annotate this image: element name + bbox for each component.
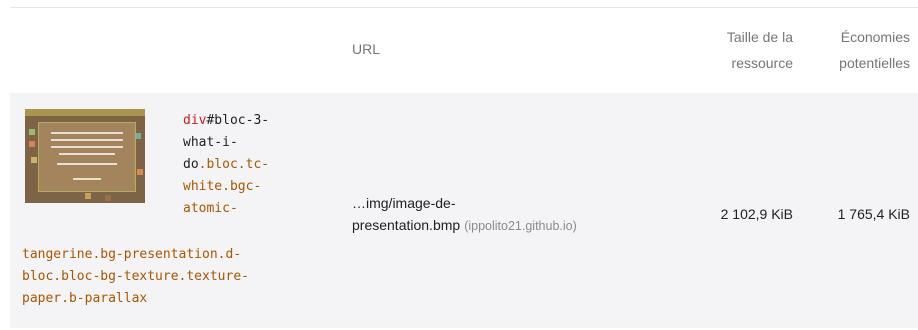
selector-class: .bloc.tc- [198,157,270,172]
selector-class: tangerine.bg-presentation.d- [22,247,242,262]
selector-class: bloc.bloc-bg-texture.texture- [22,269,249,284]
column-header-url: URL [352,41,381,57]
selector-class: white.bgc- [183,179,262,194]
column-header-savings-line1: Économies [840,29,910,45]
selector-tag: div [183,113,207,128]
selector-id: #bloc-3- [206,113,270,128]
element-selector-snippet: div#bloc-3- what-i- do.bloc.tc- white.bg… [183,110,323,220]
column-header-potential-savings: Économies potentielles [808,24,910,76]
resource-url-path: …img/image-de- [352,195,456,211]
selector-class: paper.b-parallax [22,291,148,306]
potential-savings-value: 1 765,4 KiB [837,206,910,222]
resource-url-file: presentation.bmp [352,217,461,233]
resource-url[interactable]: …img/image-de- presentation.bmp (ippolito… [352,192,577,237]
element-thumbnail[interactable] [25,109,145,203]
table-top-divider [10,7,918,8]
element-selector-snippet-continued: tangerine.bg-presentation.d- bloc.bloc-b… [22,244,342,310]
resource-size-value: 2 102,9 KiB [720,206,793,222]
resource-url-host: (ippolito21.github.io) [464,219,577,233]
column-header-savings-line2: potentielles [839,55,910,71]
column-header-resource-size: Taille de la ressource [698,24,793,76]
selector-line: do [183,157,199,172]
column-header-resource-size-line1: Taille de la [726,29,793,45]
selector-line: what-i- [183,135,238,150]
selector-class: atomic- [183,201,238,216]
column-header-resource-size-line2: ressource [731,55,793,71]
